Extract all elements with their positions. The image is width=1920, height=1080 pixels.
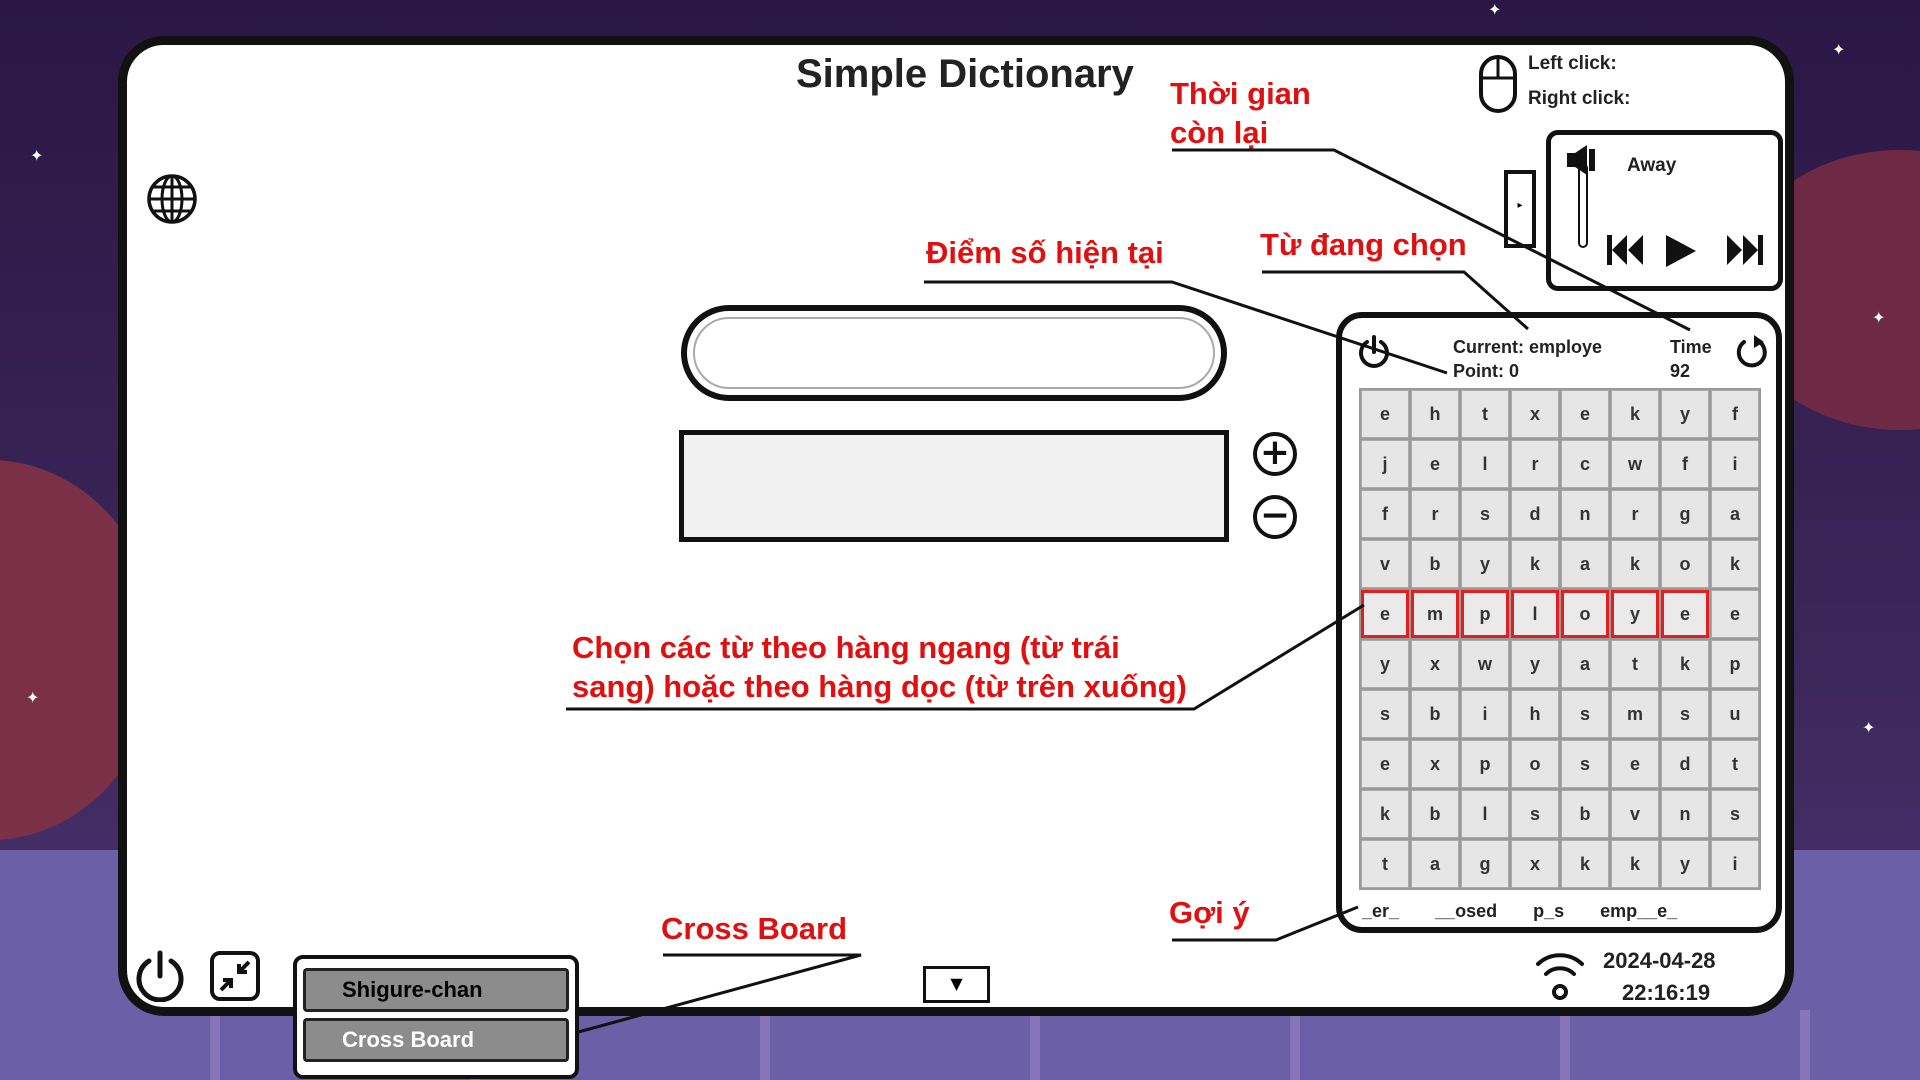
app-switcher-menu: Shigure-chan Cross Board: [293, 955, 579, 1079]
annotation-time-left-1: Thời gian: [1170, 76, 1311, 111]
wifi-icon: [1536, 953, 1584, 1000]
shutdown-icon[interactable]: [134, 950, 186, 1002]
annotation-current-score: Điểm số hiện tại: [926, 235, 1164, 270]
annotation-selected-word: Từ đang chọn: [1260, 227, 1467, 262]
annotation-hint: Gợi ý: [1169, 895, 1250, 930]
annotation-instruction-1: Chọn các từ theo hàng ngang (từ trái: [572, 630, 1120, 665]
annotation-instruction-2: sang) hoặc theo hàng dọc (từ trên xuống): [572, 669, 1187, 704]
clock-time: 22:16:19: [1622, 980, 1711, 1005]
minimize-icon[interactable]: [209, 950, 261, 1002]
annotation-cross-board: Cross Board: [661, 911, 848, 946]
annotation-lines: [548, 148, 1691, 1042]
menu-item-shigure-chan[interactable]: Shigure-chan: [303, 968, 569, 1012]
annotation-time-left-2: còn lại: [1170, 115, 1269, 150]
dropdown-toggle[interactable]: ▼: [923, 966, 990, 1003]
menu-item-cross-board[interactable]: Cross Board: [303, 1018, 569, 1062]
clock-date: 2024-04-28: [1603, 948, 1716, 973]
